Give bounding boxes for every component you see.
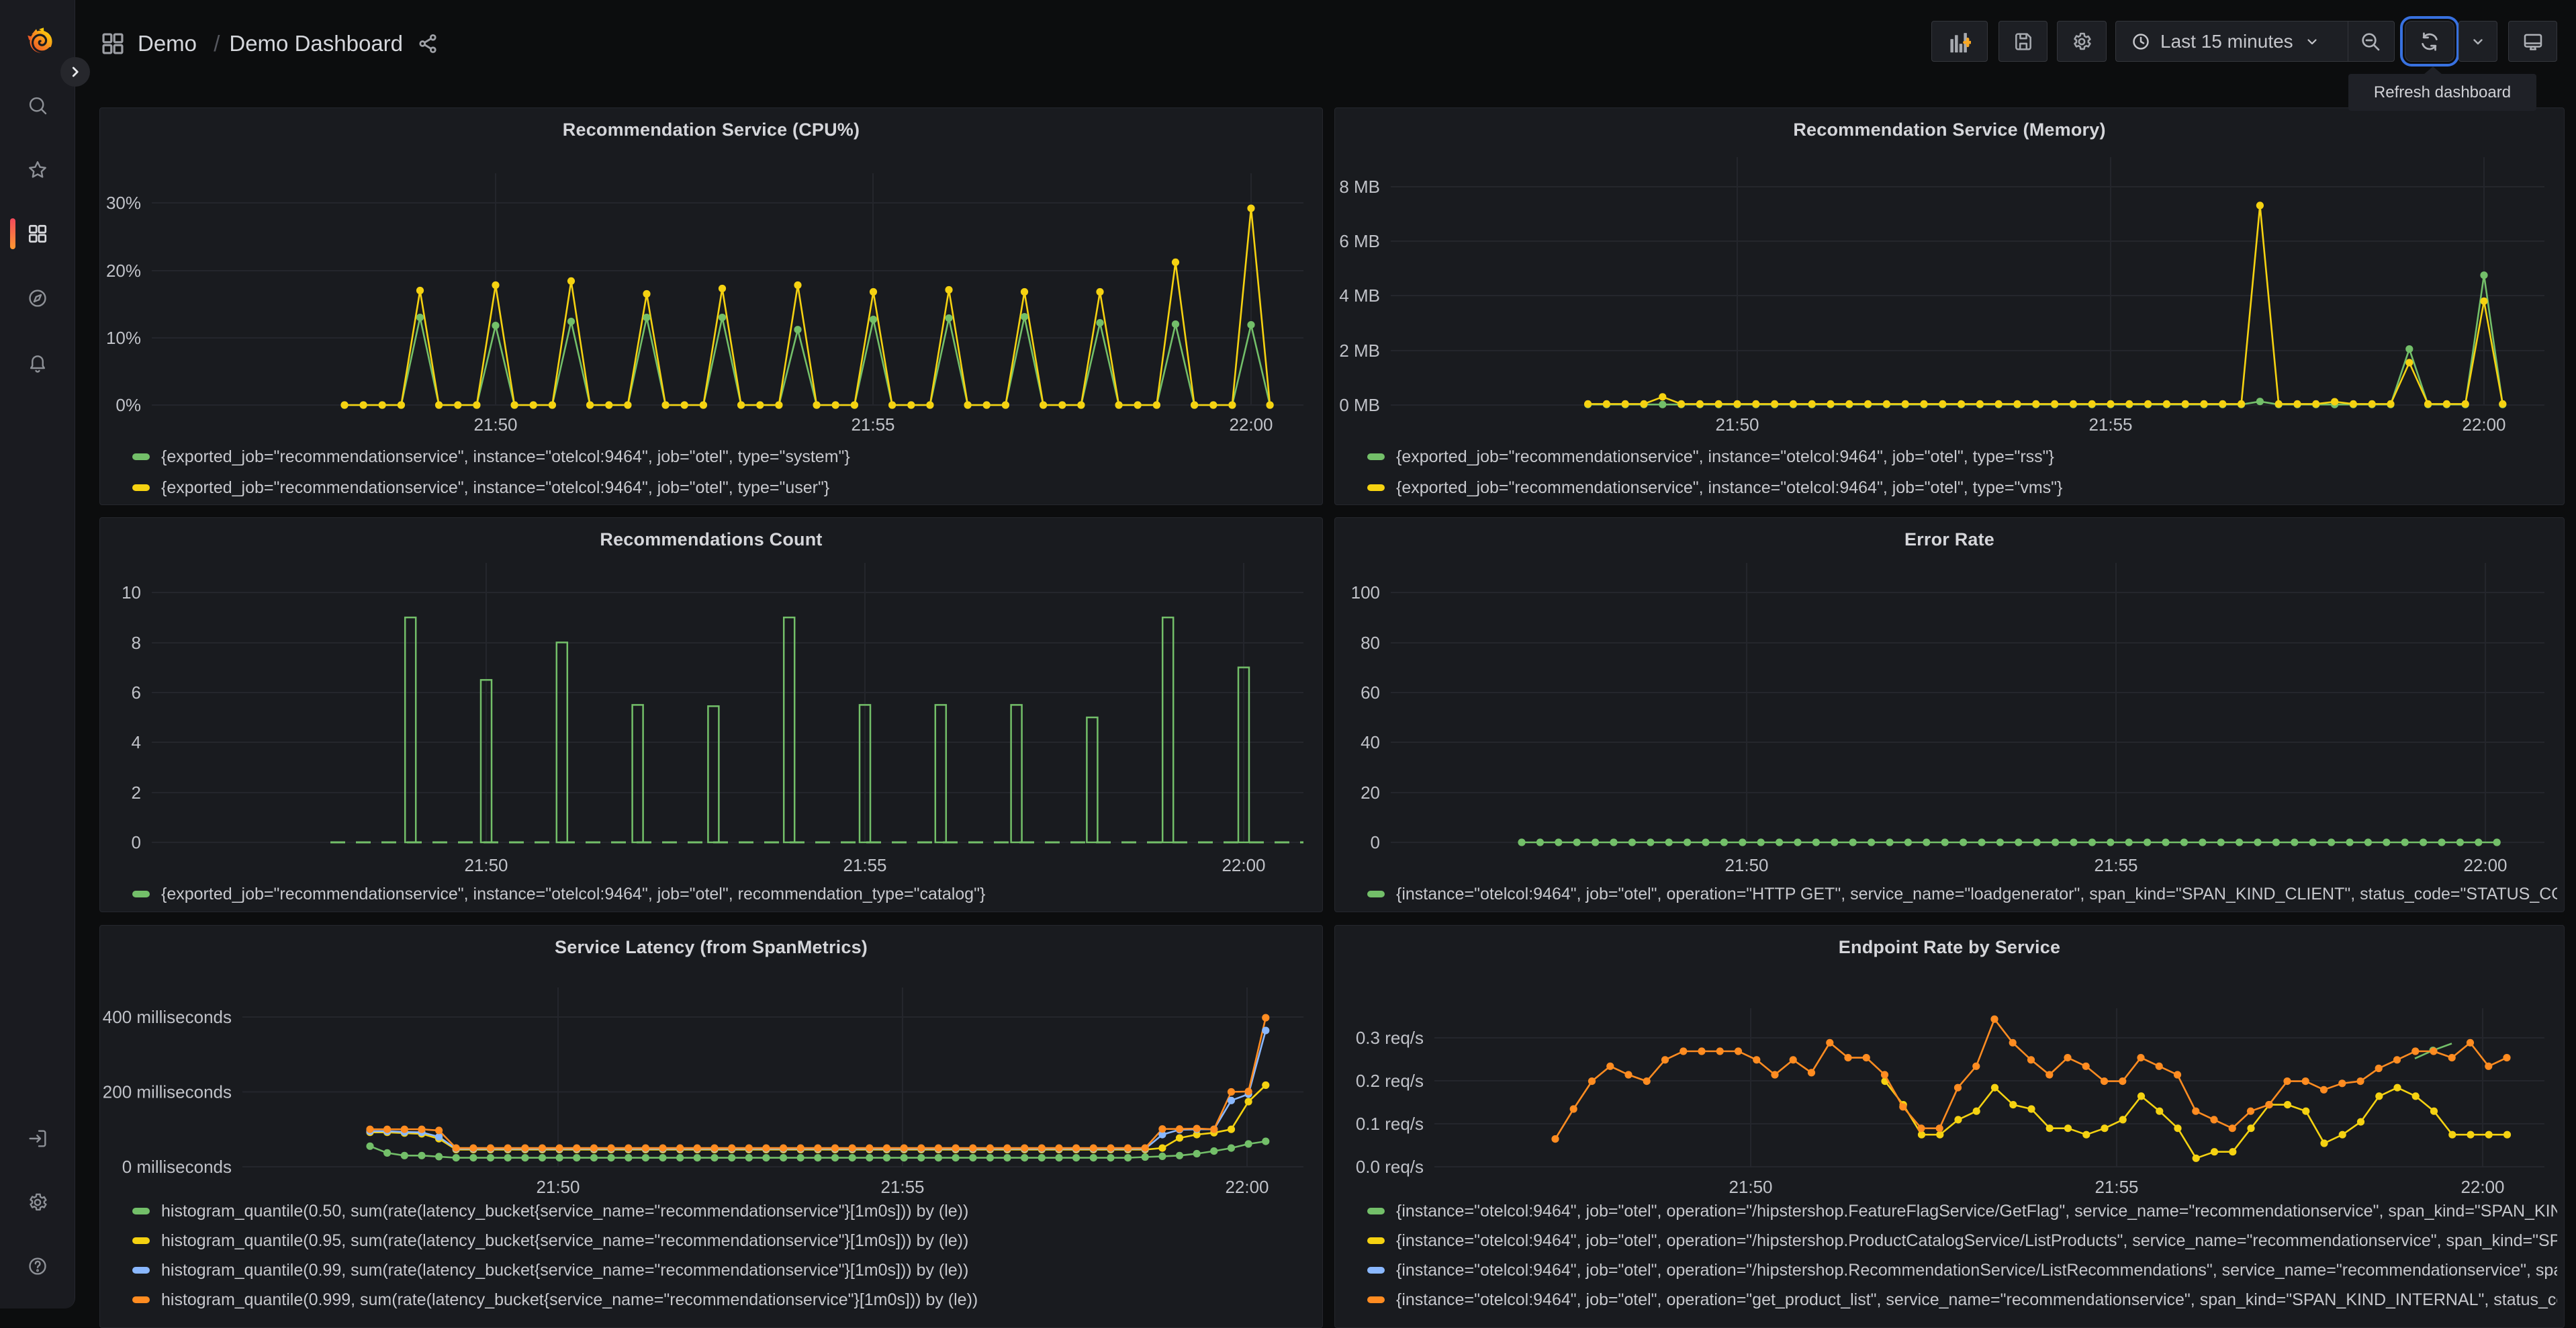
svg-text:400 milliseconds: 400 milliseconds xyxy=(103,1007,232,1027)
svg-text:22:00: 22:00 xyxy=(2462,414,2505,435)
svg-text:21:55: 21:55 xyxy=(2088,414,2132,435)
svg-text:4 MB: 4 MB xyxy=(1339,285,1380,306)
svg-text:22:00: 22:00 xyxy=(2460,1177,2504,1197)
svg-text:4: 4 xyxy=(132,732,141,752)
svg-text:21:50: 21:50 xyxy=(464,855,508,875)
svg-text:2: 2 xyxy=(132,783,141,803)
svg-text:21:50: 21:50 xyxy=(1715,414,1759,435)
svg-text:21:50: 21:50 xyxy=(536,1177,580,1197)
svg-text:0: 0 xyxy=(132,832,141,852)
svg-text:21:50: 21:50 xyxy=(1729,1177,1772,1197)
svg-text:200 milliseconds: 200 milliseconds xyxy=(103,1082,232,1102)
svg-text:0%: 0% xyxy=(116,395,141,415)
svg-text:8: 8 xyxy=(132,633,141,653)
svg-text:21:55: 21:55 xyxy=(880,1177,924,1197)
svg-text:21:55: 21:55 xyxy=(2095,1177,2138,1197)
svg-text:0.3 req/s: 0.3 req/s xyxy=(1356,1028,1424,1048)
svg-text:0.0 req/s: 0.0 req/s xyxy=(1356,1157,1424,1177)
svg-text:21:55: 21:55 xyxy=(843,855,886,875)
svg-text:60: 60 xyxy=(1361,682,1380,703)
svg-text:0: 0 xyxy=(1371,832,1380,852)
svg-text:0.1 req/s: 0.1 req/s xyxy=(1356,1114,1424,1134)
svg-text:22:00: 22:00 xyxy=(1229,414,1273,435)
svg-text:21:50: 21:50 xyxy=(1724,855,1768,875)
svg-text:40: 40 xyxy=(1361,732,1380,752)
svg-text:10: 10 xyxy=(122,582,141,603)
svg-text:21:50: 21:50 xyxy=(473,414,517,435)
svg-text:21:55: 21:55 xyxy=(2094,855,2137,875)
svg-text:6: 6 xyxy=(132,682,141,703)
svg-text:6 MB: 6 MB xyxy=(1339,231,1380,251)
svg-text:2 MB: 2 MB xyxy=(1339,341,1380,361)
svg-text:20: 20 xyxy=(1361,783,1380,803)
svg-text:22:00: 22:00 xyxy=(1225,1177,1269,1197)
svg-text:100: 100 xyxy=(1351,582,1380,603)
svg-text:0.2 req/s: 0.2 req/s xyxy=(1356,1071,1424,1091)
svg-text:20%: 20% xyxy=(106,261,141,281)
svg-text:0 milliseconds: 0 milliseconds xyxy=(122,1157,232,1177)
svg-text:30%: 30% xyxy=(106,193,141,213)
svg-text:10%: 10% xyxy=(106,328,141,348)
svg-text:8 MB: 8 MB xyxy=(1339,177,1380,197)
svg-text:22:00: 22:00 xyxy=(1222,855,1265,875)
svg-text:22:00: 22:00 xyxy=(2463,855,2507,875)
svg-text:80: 80 xyxy=(1361,633,1380,653)
svg-text:0 MB: 0 MB xyxy=(1339,395,1380,415)
svg-text:21:55: 21:55 xyxy=(851,414,894,435)
